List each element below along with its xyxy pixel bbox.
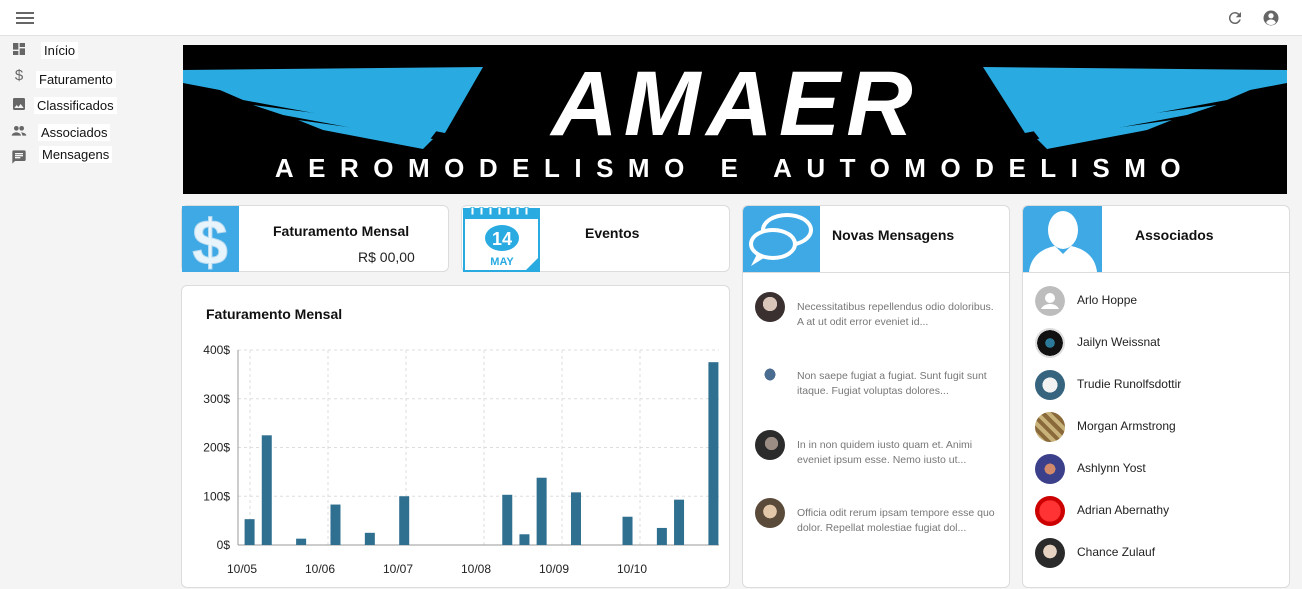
associado-item[interactable]: Adrian Abernathy [1035, 496, 1275, 526]
y-tick-label: 200$ [203, 441, 230, 455]
chart-bar [674, 499, 685, 545]
associado-name: Jailyn Weissnat [1077, 335, 1161, 349]
message-preview: Necessitatibus repellendus odio doloribu… [797, 301, 994, 328]
avatar [1035, 454, 1065, 484]
x-tick-label: 10/06 [305, 562, 335, 576]
avatar [755, 292, 785, 322]
faturamento-stat-card[interactable]: $ Faturamento Mensal R$ 00,00 [181, 205, 449, 272]
associado-name: Chance Zulauf [1077, 545, 1156, 559]
calendar-day: 14 [492, 229, 512, 249]
account-icon[interactable] [1262, 9, 1280, 27]
associado-name: Morgan Armstrong [1077, 419, 1176, 433]
sidebar-item-label: Associados [38, 124, 111, 141]
dashboard-icon [13, 43, 25, 55]
avatar [755, 498, 785, 528]
amaer-banner: AMAER AEROMODELISMO E AUTOMODELISMO [183, 45, 1287, 194]
chat-bubbles-icon [743, 206, 820, 272]
avatar [755, 430, 785, 460]
y-tick-label: 0$ [217, 538, 231, 552]
dollar-icon: $ [182, 206, 239, 272]
associado-name: Adrian Abernathy [1077, 503, 1170, 517]
x-tick-label: 10/05 [227, 562, 257, 576]
associado-item[interactable]: Trudie Runolfsdottir [1035, 370, 1275, 400]
sidebar-item-inicio[interactable]: Início [0, 37, 172, 63]
menu-icon[interactable] [16, 10, 34, 26]
faturamento-title: Faturamento Mensal [273, 223, 410, 239]
sidebar-item-label: Classificados [34, 97, 117, 114]
x-tick-label: 10/08 [461, 562, 491, 576]
svg-text:$: $ [192, 206, 228, 272]
people-icon [11, 126, 27, 136]
calendar-icon: 14 MAY [463, 207, 540, 272]
bar-chart: 0$ 100$ 200$ 300$ 400$ 10/05 10/06 10/07 10/08 10… [203, 343, 719, 576]
chart-bar [570, 492, 581, 545]
chart-bar [261, 435, 272, 545]
amaer-logo: AMAER AEROMODELISMO E AUTOMODELISMO [183, 53, 1287, 183]
calendar-month: MAY [490, 256, 514, 268]
associados-header: Associados [1023, 206, 1289, 273]
y-tick-label: 400$ [203, 343, 230, 357]
image-icon [13, 98, 25, 110]
chart-bar [622, 516, 633, 545]
avatar [1035, 328, 1065, 358]
faturamento-chart-card: Faturamento Mensal 0$ 100$ 200$ 300$ 400$ 10/… [181, 285, 730, 588]
message-preview: Officia odit rerum ipsam tempore esse qu… [797, 507, 995, 534]
logo-tagline: AEROMODELISMO E AUTOMODELISMO [275, 153, 1195, 183]
chart-bar [244, 519, 255, 545]
messages-header: Novas Mensagens [743, 206, 1009, 273]
sidebar-item-label: Faturamento [36, 71, 116, 88]
associado-item[interactable]: Jailyn Weissnat [1035, 328, 1275, 358]
default-avatar-icon [1035, 286, 1065, 316]
sidebar-item-label: Mensagens [39, 146, 113, 163]
x-tick-label: 10/07 [383, 562, 413, 576]
associados-panel: Associados Arlo Hoppe Jailyn Weissnat Tr… [1022, 205, 1290, 588]
avatar [1035, 412, 1065, 442]
associado-name: Ashlynn Yost [1077, 461, 1146, 475]
sidebar-item-label: Início [41, 42, 79, 59]
associado-item[interactable]: Chance Zulauf [1035, 538, 1275, 568]
refresh-icon[interactable] [1226, 9, 1244, 27]
sidebar-item-mensagens[interactable]: Mensagens [0, 141, 172, 167]
chart-bar [330, 504, 341, 545]
chart-bar [708, 362, 719, 545]
avatar [1035, 538, 1065, 568]
y-tick-label: 100$ [203, 489, 230, 503]
chart-bar [296, 538, 307, 545]
x-tick-label: 10/09 [539, 562, 569, 576]
sidebar: Início $ Faturamento Classificados Assoc… [0, 36, 172, 588]
associado-name: Trudie Runolfsdottir [1077, 377, 1182, 391]
associado-item[interactable]: Morgan Armstrong [1035, 412, 1275, 442]
chart-bar [364, 532, 375, 545]
messages-title: Novas Mensagens [832, 227, 955, 243]
associado-name: Arlo Hoppe [1077, 293, 1138, 307]
avatar [1035, 370, 1065, 400]
chart-bar [399, 496, 410, 545]
eventos-title: Eventos [585, 225, 640, 241]
avatar [755, 361, 785, 391]
messages-panel: Novas Mensagens Necessitatibus repellend… [742, 205, 1010, 588]
top-app-bar [0, 0, 1302, 36]
person-icon [1023, 206, 1102, 272]
eventos-stat-card[interactable]: 14 MAY Eventos [461, 205, 730, 272]
chart-bar [656, 527, 667, 545]
message-preview: Non saepe fugiat a fugiat. Sunt fugit su… [797, 370, 987, 397]
associado-item[interactable]: Arlo Hoppe [1035, 286, 1275, 316]
y-tick-label: 300$ [203, 392, 230, 406]
sidebar-item-classificados[interactable]: Classificados [0, 92, 172, 118]
dollar-icon: $ [14, 67, 24, 84]
chart-bar [536, 477, 547, 545]
avatar [1035, 496, 1065, 526]
message-icon [12, 150, 26, 164]
message-preview: In in non quidem iusto quam et. Animi ev… [797, 439, 973, 466]
chart-bar [519, 534, 530, 545]
logo-wordmark: AMAER [549, 53, 918, 155]
x-tick-label: 10/10 [617, 562, 647, 576]
associado-item[interactable]: Ashlynn Yost [1035, 454, 1275, 484]
sidebar-item-faturamento[interactable]: $ Faturamento [0, 66, 172, 92]
faturamento-value: R$ 00,00 [358, 249, 415, 265]
associados-title: Associados [1135, 227, 1214, 243]
chart-bar [502, 494, 513, 545]
